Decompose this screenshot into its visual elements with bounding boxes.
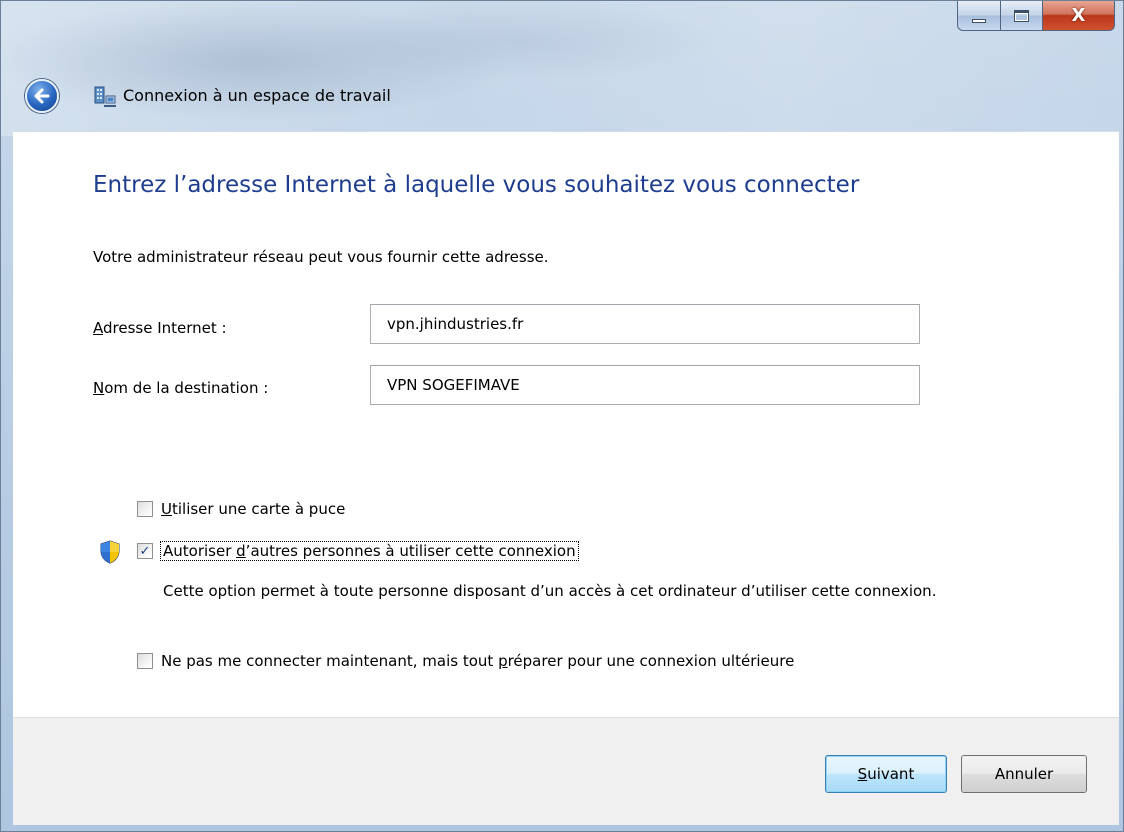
maximize-button[interactable]	[1001, 1, 1043, 31]
connect-later-text: réparer pour une connexion ultérieure	[507, 652, 795, 670]
page-heading: Entrez l’adresse Internet à laquelle vou…	[93, 172, 860, 198]
address-input[interactable]	[370, 304, 920, 344]
checkmark-icon: ✓	[139, 543, 151, 559]
dialog-window: X Connexion à un espace de travail Entre…	[0, 0, 1124, 832]
connect-later-pre: Ne pas me connecter maintenant, mais tou…	[161, 652, 499, 670]
smartcard-accel: U	[161, 500, 172, 518]
allow-others-accel: d	[236, 542, 246, 560]
button-bar: Suivant Annuler	[13, 717, 1119, 825]
cancel-button[interactable]: Annuler	[961, 755, 1087, 793]
allow-others-option[interactable]: ✓ Autoriser d’autres personnes à utilise…	[137, 541, 579, 561]
destination-input[interactable]	[370, 365, 920, 405]
address-label-accel: A	[93, 319, 103, 337]
allow-others-checkbox[interactable]: ✓	[137, 543, 153, 559]
wizard-header: Connexion à un espace de travail	[1, 71, 1123, 121]
allow-others-label: Autoriser d’autres personnes à utiliser …	[160, 541, 579, 561]
smartcard-text: tiliser une carte à puce	[171, 500, 346, 518]
back-button[interactable]	[25, 79, 59, 113]
next-button[interactable]: Suivant	[825, 755, 947, 793]
destination-label-text: om de la destination :	[104, 379, 269, 397]
connect-later-checkbox[interactable]	[137, 653, 153, 669]
minimize-button[interactable]	[957, 1, 1001, 31]
connect-later-label: Ne pas me connecter maintenant, mais tou…	[161, 652, 794, 670]
allow-others-text: ’autres personnes à utiliser cette conne…	[245, 542, 576, 560]
window-title: Connexion à un espace de travail	[123, 86, 391, 105]
address-label-text: dresse Internet :	[103, 319, 227, 337]
next-text: uivant	[867, 765, 915, 783]
info-text: Votre administrateur réseau peut vous fo…	[93, 248, 549, 266]
network-workplace-icon	[94, 86, 116, 107]
uac-shield-icon	[100, 540, 120, 564]
smartcard-option[interactable]: Utiliser une carte à puce	[137, 500, 345, 518]
smartcard-checkbox[interactable]	[137, 501, 153, 517]
smartcard-label: Utiliser une carte à puce	[161, 500, 345, 518]
minimize-icon	[972, 18, 986, 23]
caption-buttons: X	[957, 1, 1115, 35]
maximize-icon	[1014, 9, 1029, 22]
address-label: Adresse Internet :	[93, 319, 227, 337]
close-icon: X	[1071, 5, 1086, 26]
connect-later-option[interactable]: Ne pas me connecter maintenant, mais tou…	[137, 652, 794, 670]
destination-label: Nom de la destination :	[93, 379, 268, 397]
next-accel: S	[857, 765, 868, 783]
allow-others-pre: Autoriser	[163, 542, 237, 560]
content-pane: Entrez l’adresse Internet à laquelle vou…	[13, 131, 1119, 717]
connect-later-accel: p	[498, 652, 508, 670]
close-button[interactable]: X	[1043, 1, 1115, 31]
allow-others-description: Cette option permet à toute personne dis…	[163, 582, 937, 600]
back-arrow-icon	[34, 88, 50, 104]
destination-label-accel: N	[93, 379, 105, 397]
